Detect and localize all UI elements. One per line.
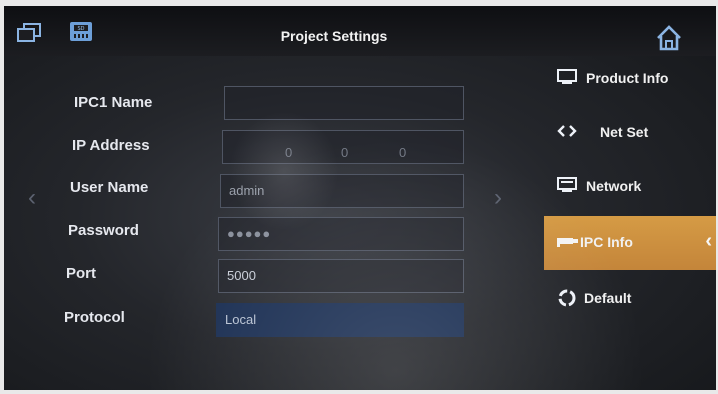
password-field[interactable]: ●●●●● [218, 217, 464, 251]
protocol-label: Protocol [64, 309, 125, 326]
password-label: Password [68, 222, 139, 239]
next-arrow-icon[interactable]: › [494, 184, 502, 212]
camera-icon [556, 232, 578, 250]
recycle-icon [556, 288, 578, 307]
multi-window-icon[interactable] [16, 22, 42, 44]
ip-octet: 0 [399, 145, 407, 160]
sidebar-item-product-info[interactable]: Product Info [544, 52, 716, 106]
sidebar-item-network[interactable]: Network [544, 160, 716, 214]
network-monitor-icon [556, 176, 578, 194]
top-bar: SD Project Settings [4, 6, 716, 56]
ip-octet: 0 [341, 145, 349, 160]
protocol-select[interactable]: Local [216, 303, 464, 337]
ipc-name-label: IPC1 Name [74, 94, 153, 111]
user-name-field[interactable]: admin [220, 174, 464, 208]
page-title: Project Settings [280, 28, 388, 44]
port-field[interactable]: 5000 [218, 259, 464, 293]
reflection-smudge [229, 111, 339, 231]
ipc-name-field[interactable] [224, 86, 464, 120]
sidebar-item-label: IPC Info [580, 234, 633, 250]
sidebar-item-default[interactable]: Default [544, 272, 716, 326]
ip-octet: 0 [285, 145, 293, 160]
sidebar-item-label: Net Set [600, 124, 649, 140]
sidebar-item-label: Network [586, 178, 642, 194]
code-arrows-icon [556, 122, 578, 140]
device-screen: SD Project Settings IPC1 Name IP Address… [4, 6, 716, 390]
sidebar-item-ipc-info[interactable]: IPC Info ‹ [544, 216, 716, 270]
ip-address-field[interactable]: 0 0 0 [222, 130, 464, 164]
user-name-label: User Name [70, 179, 149, 196]
previous-arrow-icon[interactable]: ‹ [28, 184, 36, 212]
sidebar-item-label: Default [584, 290, 632, 306]
sd-card-icon[interactable]: SD [67, 20, 95, 44]
monitor-icon [556, 68, 578, 86]
port-label: Port [66, 265, 96, 282]
sidebar-item-net-set[interactable]: Net Set [544, 106, 716, 160]
ip-address-label: IP Address [72, 137, 150, 154]
home-icon[interactable] [654, 24, 684, 52]
svg-text:SD: SD [77, 26, 84, 32]
chevron-left-icon: ‹ [705, 230, 712, 252]
sidebar-item-label: Product Info [586, 70, 669, 86]
